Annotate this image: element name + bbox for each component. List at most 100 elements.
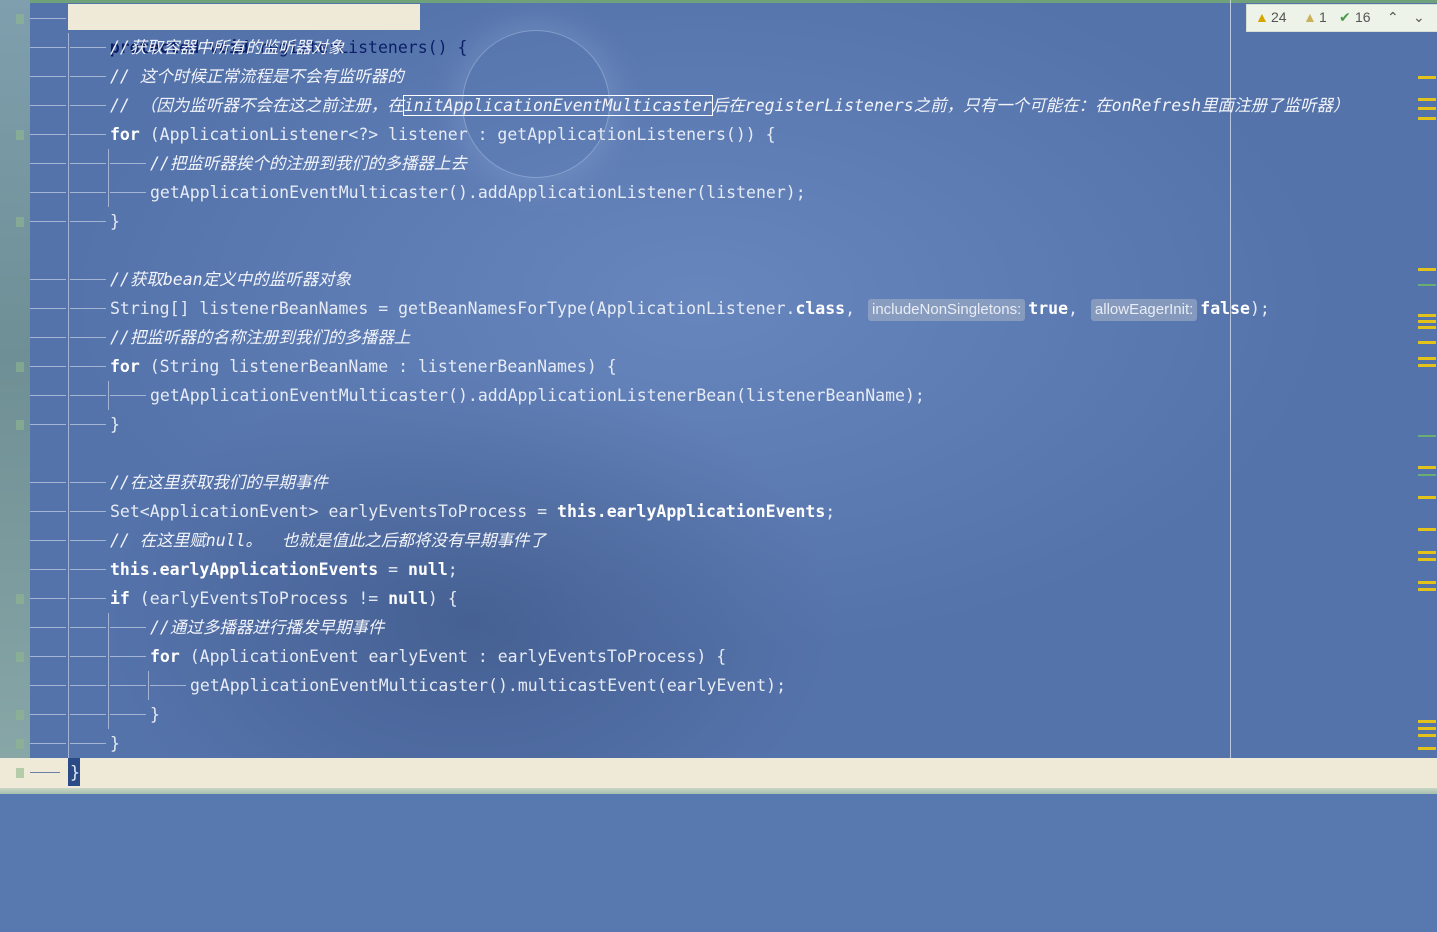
closing-brace: } [70, 763, 80, 782]
code-line[interactable]: for (ApplicationListener<?> listener : g… [30, 120, 1430, 149]
code-text: ; [825, 502, 836, 521]
code-text: (earlyEventsToProcess != [129, 589, 389, 608]
code-line[interactable]: //获取容器中所有的监听器对象 [30, 33, 1430, 62]
keyword-null: null [408, 560, 448, 579]
error-stripe-mark[interactable] [1418, 558, 1436, 561]
code-line[interactable]: this.earlyApplicationEvents = null; [30, 555, 1430, 584]
warning-icon: ▲ [1255, 9, 1269, 25]
fold-icon[interactable] [16, 710, 24, 720]
typo-stripe-mark[interactable] [1418, 435, 1436, 437]
code-line[interactable]: //在这里获取我们的早期事件 [30, 468, 1430, 497]
error-stripe-mark[interactable] [1418, 747, 1436, 750]
comment: // （因为监听器不会在这之前注册，在 [110, 96, 404, 115]
keyword-true: true [1028, 299, 1069, 318]
fold-icon[interactable] [16, 130, 24, 140]
error-stripe-mark[interactable] [1418, 588, 1436, 591]
closing-brace: } [110, 212, 120, 231]
code-text: = [378, 560, 409, 579]
code-line[interactable]: getApplicationEventMulticaster().addAppl… [30, 178, 1430, 207]
code-line[interactable]: } [30, 410, 1430, 439]
top-border [30, 0, 1437, 3]
typo-count[interactable]: 16 [1355, 9, 1371, 25]
error-stripe-mark[interactable] [1418, 528, 1436, 531]
keyword-this: this [110, 560, 150, 579]
error-stripe-mark[interactable] [1418, 117, 1436, 120]
code-line-blank[interactable] [30, 439, 1430, 468]
comment: // 这个时候正常流程是不会有监听器的 [110, 67, 404, 86]
previous-highlight-icon[interactable]: ⌃ [1387, 9, 1399, 26]
code-line[interactable]: for (String listenerBeanName : listenerB… [30, 352, 1430, 381]
inspection-widget[interactable]: ▲ 24 ▲ 1 ✔ 16 ⌃ ⌄ [1246, 4, 1437, 32]
error-stripe-mark[interactable] [1418, 364, 1436, 367]
error-stripe-mark[interactable] [1418, 357, 1436, 360]
fold-icon[interactable] [16, 594, 24, 604]
field-reference: .earlyApplicationEvents [596, 502, 826, 521]
code-line[interactable]: //把监听器的名称注册到我们的多播器上 [30, 323, 1430, 352]
code-line-current[interactable]: } [30, 758, 1430, 787]
fold-icon[interactable] [16, 739, 24, 749]
fold-icon[interactable] [16, 420, 24, 430]
code-line[interactable]: if (earlyEventsToProcess != null) { [30, 584, 1430, 613]
keyword-null: null [388, 589, 428, 608]
code-line[interactable]: // 在这里赋null。 也就是值此之后都将没有早期事件了 [30, 526, 1430, 555]
fold-icon[interactable] [16, 652, 24, 662]
code-line[interactable]: getApplicationEventMulticaster().addAppl… [30, 381, 1430, 410]
comment-highlighted-word[interactable]: initApplicationEventMulticaster [402, 95, 713, 116]
error-stripe-mark[interactable] [1418, 320, 1436, 323]
error-stripe-mark[interactable] [1418, 314, 1436, 317]
code-line[interactable]: //获取bean定义中的监听器对象 [30, 265, 1430, 294]
comment: //在这里获取我们的早期事件 [110, 473, 328, 492]
comment: //获取容器中所有的监听器对象 [110, 38, 345, 57]
error-stripe-mark[interactable] [1418, 268, 1436, 271]
code-line[interactable]: // 这个时候正常流程是不会有监听器的 [30, 62, 1430, 91]
closing-brace: } [110, 415, 120, 434]
code-line[interactable]: for (ApplicationEvent earlyEvent : early… [30, 642, 1430, 671]
code-line[interactable]: } [30, 700, 1430, 729]
parameter-hint: includeNonSingletons: [867, 299, 1026, 321]
code-text: getApplicationEventMulticaster().addAppl… [150, 183, 806, 202]
fold-icon[interactable] [16, 768, 24, 778]
code-line[interactable]: //通过多播器进行播发早期事件 [30, 613, 1430, 642]
fold-icon[interactable] [16, 362, 24, 372]
code-text: Set<ApplicationEvent> earlyEventsToProce… [110, 502, 558, 521]
fold-icon[interactable] [16, 217, 24, 227]
code-text: ); [1249, 299, 1270, 318]
error-stripe-mark[interactable] [1418, 76, 1436, 79]
fold-icon[interactable] [16, 14, 24, 24]
code-line[interactable]: getApplicationEventMulticaster().multica… [30, 671, 1430, 700]
error-stripe-mark[interactable] [1418, 326, 1436, 329]
error-stripe-mark[interactable] [1418, 98, 1436, 101]
code-line[interactable]: } [30, 729, 1430, 758]
comment: 后在registerListeners之前，只有一个可能在：在onRefresh… [711, 96, 1350, 115]
error-stripe-mark[interactable] [1418, 720, 1436, 723]
error-stripe-mark[interactable] [1418, 341, 1436, 344]
code-line[interactable]: // （因为监听器不会在这之前注册，在initApplicationEventM… [30, 91, 1430, 120]
error-stripe-mark[interactable] [1418, 496, 1436, 499]
typo-stripe-mark[interactable] [1418, 474, 1436, 476]
weak-warning-icon: ▲ [1303, 9, 1317, 25]
code-line[interactable]: //把监听器挨个的注册到我们的多播器上去 [30, 149, 1430, 178]
error-stripe-mark[interactable] [1418, 551, 1436, 554]
typo-stripe-mark[interactable] [1418, 284, 1436, 286]
closing-brace: } [150, 705, 160, 724]
code-line[interactable]: Set<ApplicationEvent> earlyEventsToProce… [30, 497, 1430, 526]
error-stripe-mark[interactable] [1418, 581, 1436, 584]
next-highlight-icon[interactable]: ⌄ [1413, 9, 1425, 26]
code-text: (ApplicationListener<?> listener : getAp… [139, 125, 776, 144]
code-line-blank[interactable] [30, 236, 1430, 265]
keyword-class: class [795, 299, 846, 318]
error-stripe-mark[interactable] [1418, 734, 1436, 737]
code-text: (String listenerBeanName : listenerBeanN… [139, 357, 617, 376]
code-line[interactable]: } [30, 207, 1430, 236]
code-text: getApplicationEventMulticaster().addAppl… [150, 386, 925, 405]
error-stripe-mark[interactable] [1418, 107, 1436, 110]
gutter-strip [0, 0, 30, 794]
error-stripe-mark[interactable] [1418, 727, 1436, 730]
keyword-this: this [557, 502, 597, 521]
code-line[interactable]: protected void registerListeners() { [30, 4, 1430, 57]
warning-count[interactable]: 24 [1271, 9, 1287, 25]
keyword-for: for [110, 357, 140, 376]
weak-warning-count[interactable]: 1 [1319, 9, 1327, 25]
error-stripe-mark[interactable] [1418, 466, 1436, 469]
code-line[interactable]: String[] listenerBeanNames = getBeanName… [30, 294, 1430, 323]
